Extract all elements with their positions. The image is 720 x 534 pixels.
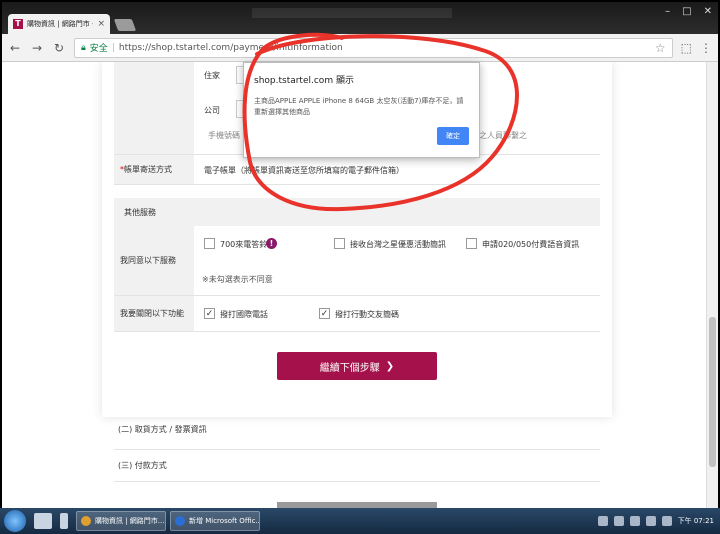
menu-icon[interactable]: ⋮: [700, 41, 712, 55]
address-bar: ← → ↻ 🔒︎ 安全 | https://shop.tstartel.com/…: [2, 34, 718, 62]
agree-label-cell: 我同意以下服務: [114, 226, 194, 295]
next-step-label: 繼續下個步驟: [319, 362, 380, 374]
reload-icon[interactable]: ↻: [52, 41, 66, 55]
disable-label: 我要關閉以下功能: [120, 309, 184, 318]
alert-dialog: shop.tstartel.com 顯示 主商品APPLE APPLE iPho…: [243, 62, 480, 158]
option-intl-call: 撥打國際電話: [220, 310, 268, 319]
other-services-title: 其他服務: [124, 207, 156, 217]
maximize-icon[interactable]: □: [682, 6, 691, 17]
chrome-icon: [81, 516, 91, 526]
checkbox-ringtone[interactable]: [204, 238, 215, 249]
windows-taskbar: 購物資訊 | 網路門市... 新增 Microsoft Offic... 下午 …: [0, 508, 720, 534]
window-title: [252, 8, 452, 18]
taskbar-chrome-label: 購物資訊 | 網路門市...: [95, 517, 165, 525]
url-text: https://shop.tstartel.com/payment/initIn…: [118, 42, 343, 53]
extension-icon[interactable]: ⬚: [681, 41, 692, 55]
checkbox-intl-call[interactable]: ✓: [204, 308, 215, 319]
lock-icon: 🔒︎: [81, 42, 86, 53]
agree-label: 我同意以下服務: [120, 256, 176, 265]
disable-row: 我要關閉以下功能 ✓ 撥打國際電話 ✓ 撥打行動交友簡碼: [114, 296, 600, 332]
browser-tab[interactable]: T 購物資訊 | 網路門市 - 台 ×: [8, 14, 110, 34]
contact-hint: 之人員聯繫之: [479, 131, 527, 140]
ime-icon[interactable]: [597, 516, 608, 526]
new-tab-button[interactable]: [113, 19, 137, 31]
bookmark-star-icon[interactable]: ☆: [655, 41, 666, 55]
help-icon[interactable]: [613, 516, 624, 526]
start-button[interactable]: [4, 510, 26, 532]
office-icon: [175, 516, 185, 526]
step-payment-label: (三) 付款方式: [118, 461, 167, 470]
system-tray: 下午 07:21: [597, 516, 720, 526]
volume-icon[interactable]: [661, 516, 672, 526]
tab-bar: T 購物資訊 | 網路門市 - 台 × – □ ✕: [2, 2, 718, 34]
scrollbar[interactable]: [706, 62, 718, 510]
favicon-icon: T: [13, 19, 23, 29]
dialog-message: 主商品APPLE APPLE iPhone 8 64GB 太空灰(活動7)庫存不…: [254, 97, 464, 116]
option-paid-voice: 申請020/050付費語音資訊: [482, 240, 580, 249]
scroll-thumb[interactable]: [709, 317, 716, 467]
url-input[interactable]: 🔒︎ 安全 | https://shop.tstartel.com/paymen…: [74, 37, 673, 58]
close-window-icon[interactable]: ✕: [704, 6, 712, 17]
taskbar-chrome[interactable]: 購物資訊 | 網路門市...: [76, 511, 166, 531]
info-icon[interactable]: !: [266, 238, 277, 249]
bill-value: 電子帳單（將帳單資訊寄送至您所填寫的電子郵件信箱）: [204, 166, 404, 175]
phone-hint: 手機號碼: [208, 131, 240, 140]
dialog-title: shop.tstartel.com 顯示: [254, 76, 354, 86]
browser-window: T 購物資訊 | 網路門市 - 台 × – □ ✕ ← → ↻ 🔒︎ 安全 | …: [0, 0, 720, 534]
bill-row: * 帳單寄送方式 電子帳單（將帳單資訊寄送至您所填寫的電子郵件信箱）: [114, 155, 600, 185]
tab-title: 購物資訊 | 網路門市 - 台: [27, 20, 93, 28]
chevron-right-icon: ❯: [385, 360, 395, 372]
next-step-button[interactable]: 繼續下個步驟 ❯: [277, 352, 437, 380]
secure-label: 安全: [89, 44, 108, 54]
forward-icon[interactable]: →: [30, 41, 44, 55]
disable-label-cell: 我要關閉以下功能: [114, 296, 194, 331]
explorer-icon[interactable]: [34, 513, 52, 529]
checkbox-paid-voice[interactable]: [466, 238, 477, 249]
minimize-icon[interactable]: –: [665, 6, 670, 17]
taskbar-office-label: 新增 Microsoft Offic...: [189, 517, 260, 525]
dialog-ok-button[interactable]: 確定: [437, 127, 469, 145]
option-dating-code: 撥打行動交友簡碼: [335, 310, 399, 319]
option-promo-sms: 接收台灣之星優惠活動簡訊: [350, 240, 446, 249]
section-title: 其他服務: [114, 198, 600, 226]
step-delivery-label: (二) 取貨方式 / 發票資訊: [118, 425, 207, 434]
checkbox-promo-sms[interactable]: [334, 238, 345, 249]
separator: |: [111, 42, 115, 53]
checkbox-dating-code[interactable]: ✓: [319, 308, 330, 319]
agree-row: 我同意以下服務 700來電答鈴 ! 接收台灣之星優惠活動簡訊 申請020/050…: [114, 226, 600, 296]
step-payment[interactable]: (三) 付款方式: [114, 458, 600, 482]
network-icon[interactable]: [645, 516, 656, 526]
flag-icon[interactable]: [629, 516, 640, 526]
pinned-icon[interactable]: [60, 513, 68, 529]
step-delivery[interactable]: (二) 取貨方式 / 發票資訊: [114, 422, 600, 450]
window-controls: – □ ✕: [665, 6, 712, 17]
bill-label-cell: * 帳單寄送方式: [114, 155, 194, 184]
contact-label-cell: [114, 62, 194, 154]
taskbar-office[interactable]: 新增 Microsoft Offic...: [170, 511, 260, 531]
option-ringtone: 700來電答鈴: [220, 240, 268, 249]
consent-note: ※未勾選表示不同意: [202, 275, 273, 284]
office-label: 公司: [204, 106, 220, 115]
home-label: 住家: [204, 71, 220, 80]
bill-label: 帳單寄送方式: [124, 165, 172, 174]
clock: 下午 07:21: [677, 517, 714, 525]
close-icon[interactable]: ×: [97, 19, 105, 29]
back-icon[interactable]: ←: [8, 41, 22, 55]
